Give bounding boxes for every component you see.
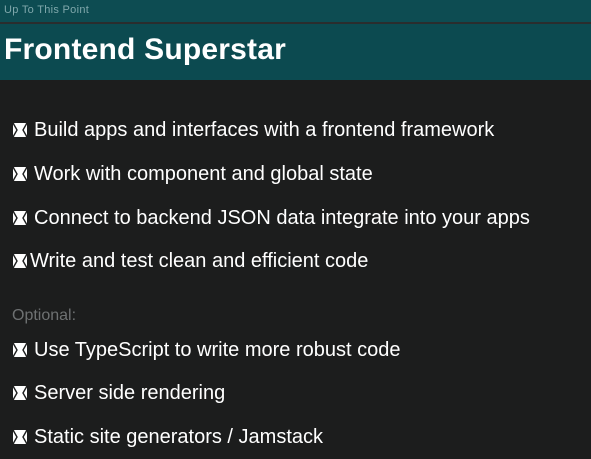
bullet-square-icon [12, 342, 28, 358]
list-item: Build apps and interfaces with a fronten… [10, 118, 494, 142]
optional-label: Optional: [12, 307, 77, 324]
list-item-text: Static site generators / Jamstack [34, 425, 324, 448]
list-item-text: Work with component and global state [34, 162, 373, 185]
slide-title: Frontend Superstar [4, 33, 286, 66]
list-item-text: Connect to backend JSON data integrate i… [34, 206, 530, 229]
bullet-square-icon [12, 210, 28, 226]
section-label: Up To This Point [4, 4, 90, 16]
list-item-text: Server side rendering [34, 381, 226, 404]
list-item: Work with component and global state [10, 162, 373, 186]
bullet-square-icon [12, 429, 28, 445]
list-item: Server side rendering [10, 381, 225, 405]
list-item-text: Build apps and interfaces with a fronten… [34, 118, 495, 141]
list-item: Use TypeScript to write more robust code [10, 338, 400, 362]
bullet-square-icon [12, 253, 28, 269]
list-item: Connect to backend JSON data integrate i… [10, 206, 530, 230]
list-item: Write and test clean and efficient code [10, 249, 368, 273]
list-item: Static site generators / Jamstack [10, 425, 323, 449]
bullet-square-icon [12, 385, 28, 401]
list-item-text: Use TypeScript to write more robust code [34, 338, 401, 361]
section-bar: Up To This Point [0, 0, 591, 22]
slide: Up To This Point Frontend Superstar Buil… [0, 0, 591, 459]
list-item-text: Write and test clean and efficient code [30, 249, 369, 272]
bullet-square-icon [12, 166, 28, 182]
bullet-square-icon [12, 122, 28, 138]
